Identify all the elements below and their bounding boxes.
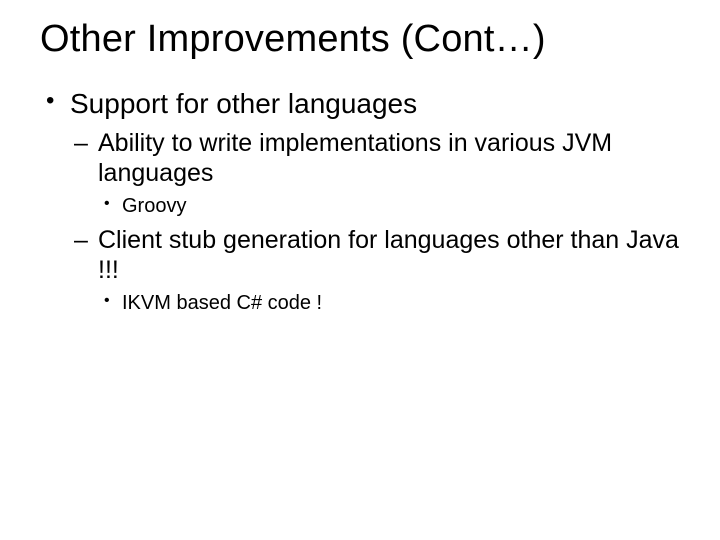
list-item: Support for other languages Ability to w… <box>40 87 680 316</box>
bullet-list: Support for other languages Ability to w… <box>40 87 680 316</box>
bullet-text: Client stub generation for languages oth… <box>98 226 679 284</box>
bullet-list: IKVM based C# code ! <box>98 291 680 316</box>
list-item: Client stub generation for languages oth… <box>70 225 680 316</box>
slide: Other Improvements (Cont…) Support for o… <box>0 0 720 540</box>
list-item: Groovy <box>98 194 680 219</box>
slide-title: Other Improvements (Cont…) <box>40 18 680 61</box>
list-item: Ability to write implementations in vari… <box>70 128 680 219</box>
bullet-text: Groovy <box>122 195 186 217</box>
bullet-text: Ability to write implementations in vari… <box>98 129 612 187</box>
bullet-list: Ability to write implementations in vari… <box>70 128 680 316</box>
bullet-text: IKVM based C# code ! <box>122 292 322 314</box>
list-item: IKVM based C# code ! <box>98 291 680 316</box>
bullet-text: Support for other languages <box>70 88 417 119</box>
bullet-list: Groovy <box>98 194 680 219</box>
